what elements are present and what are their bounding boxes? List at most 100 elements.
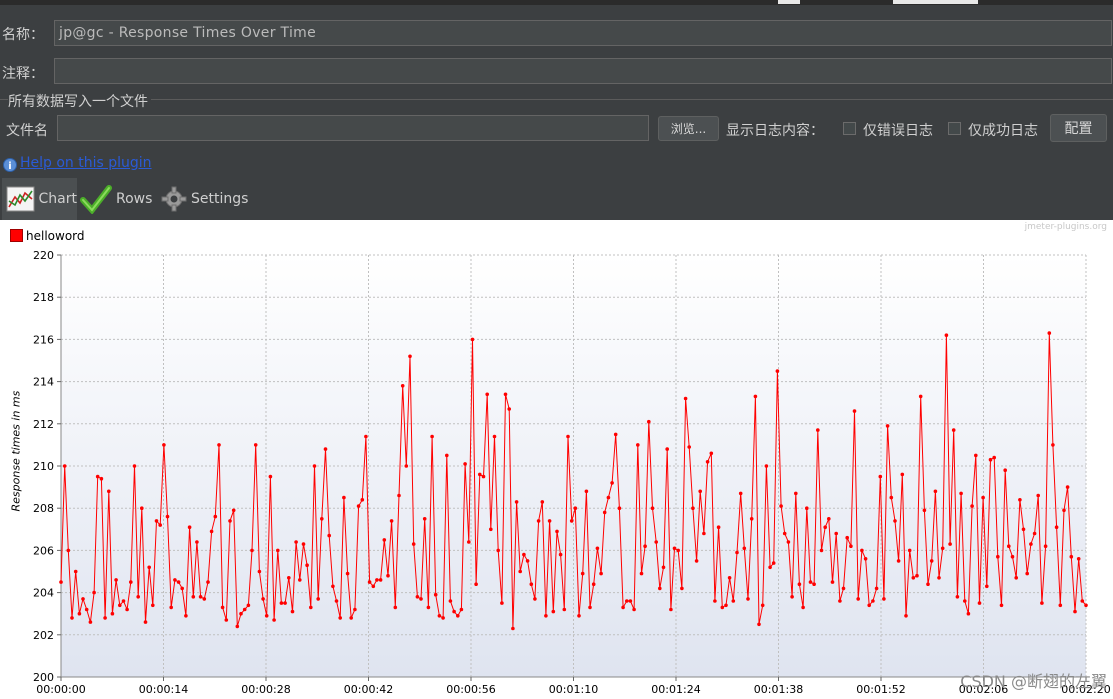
data-point bbox=[863, 557, 868, 561]
data-point bbox=[382, 538, 387, 542]
data-point bbox=[529, 582, 534, 586]
data-point bbox=[1003, 468, 1007, 472]
section-divider bbox=[0, 99, 1113, 100]
data-point bbox=[242, 607, 247, 612]
data-point bbox=[782, 531, 787, 536]
tab-settings[interactable]: Settings bbox=[161, 178, 251, 220]
filename-input[interactable] bbox=[57, 115, 649, 141]
x-tick-label: 00:01:24 bbox=[651, 683, 700, 696]
data-point bbox=[885, 424, 890, 428]
data-point bbox=[140, 506, 144, 511]
y-tick-label: 220 bbox=[33, 249, 54, 262]
data-point bbox=[896, 559, 901, 563]
data-point bbox=[801, 605, 805, 610]
gear-icon bbox=[161, 186, 187, 212]
data-point bbox=[812, 582, 816, 586]
data-point bbox=[735, 550, 739, 555]
data-point bbox=[808, 580, 813, 584]
data-point bbox=[522, 552, 526, 557]
y-tick-label: 214 bbox=[33, 376, 54, 389]
tab-bar: Chart Rows Settings bbox=[0, 178, 1113, 220]
data-point bbox=[628, 599, 633, 603]
x-tick-label: 00:01:10 bbox=[549, 683, 598, 696]
y-tick-label: 218 bbox=[33, 291, 54, 304]
data-point bbox=[797, 582, 802, 586]
y-tick-label: 204 bbox=[33, 587, 54, 600]
configure-button[interactable]: 配置 bbox=[1050, 114, 1107, 142]
data-point bbox=[353, 607, 357, 612]
data-point bbox=[591, 582, 596, 586]
errors-only-checkbox[interactable] bbox=[843, 122, 856, 135]
data-point bbox=[389, 519, 394, 523]
data-point bbox=[525, 559, 530, 563]
tab-chart[interactable]: Chart bbox=[2, 178, 77, 220]
data-point bbox=[599, 571, 603, 576]
data-point bbox=[81, 597, 85, 601]
data-point bbox=[805, 506, 809, 511]
data-point bbox=[88, 620, 93, 624]
data-point bbox=[206, 580, 210, 584]
data-point bbox=[547, 519, 552, 523]
name-input[interactable]: jp@gc - Response Times Over Time bbox=[54, 20, 1112, 46]
data-point bbox=[533, 597, 537, 601]
browse-button[interactable]: 浏览... bbox=[658, 116, 719, 141]
data-point bbox=[827, 517, 831, 521]
y-tick-label: 208 bbox=[33, 502, 54, 515]
x-tick-label: 00:00:56 bbox=[446, 683, 495, 696]
data-point bbox=[724, 603, 728, 608]
data-point bbox=[610, 481, 614, 485]
data-point bbox=[1043, 544, 1048, 548]
data-point bbox=[132, 464, 137, 468]
data-point bbox=[760, 603, 765, 608]
data-point bbox=[705, 460, 710, 464]
data-point bbox=[386, 573, 390, 578]
data-point bbox=[393, 605, 398, 610]
section-title: 所有数据写入一个文件 bbox=[8, 91, 151, 111]
data-point bbox=[698, 489, 702, 494]
data-point bbox=[716, 525, 721, 529]
data-point bbox=[1065, 485, 1070, 489]
tab-rows-label: Rows bbox=[116, 191, 153, 207]
data-point bbox=[342, 495, 346, 500]
data-point bbox=[1069, 554, 1074, 559]
data-point bbox=[639, 571, 644, 576]
data-point bbox=[77, 611, 82, 616]
data-point bbox=[915, 573, 919, 578]
data-point bbox=[70, 616, 74, 620]
data-point bbox=[1047, 331, 1052, 335]
errors-only-label: 仅错误日志 bbox=[863, 123, 933, 139]
data-point bbox=[882, 597, 886, 601]
data-point bbox=[496, 548, 501, 553]
success-only-checkbox[interactable] bbox=[948, 122, 961, 135]
data-point bbox=[220, 605, 225, 610]
data-point bbox=[114, 578, 118, 582]
data-point bbox=[940, 546, 945, 551]
data-point bbox=[768, 565, 772, 570]
data-point bbox=[632, 607, 636, 612]
data-point bbox=[62, 464, 67, 468]
data-point bbox=[749, 517, 754, 521]
help-link[interactable]: Help on this plugin bbox=[20, 155, 152, 171]
data-point bbox=[213, 514, 218, 519]
tab-rows[interactable]: Rows bbox=[80, 178, 160, 220]
data-point bbox=[900, 472, 905, 477]
x-tick-label: 00:01:52 bbox=[856, 683, 905, 696]
data-point bbox=[162, 443, 166, 447]
data-point bbox=[287, 576, 291, 580]
comment-input[interactable] bbox=[54, 58, 1112, 84]
data-point bbox=[107, 489, 111, 494]
data-point bbox=[617, 506, 622, 511]
data-point bbox=[92, 590, 96, 595]
x-tick-label: 00:00:14 bbox=[139, 683, 188, 696]
data-point bbox=[683, 396, 688, 401]
data-point bbox=[445, 453, 449, 458]
data-point bbox=[893, 519, 897, 523]
x-tick-label: 00:00:00 bbox=[36, 683, 85, 696]
data-point bbox=[860, 548, 864, 553]
data-point bbox=[871, 599, 875, 603]
data-point bbox=[125, 607, 129, 612]
data-point bbox=[845, 535, 849, 540]
data-point bbox=[867, 603, 871, 608]
data-point bbox=[558, 552, 563, 557]
y-tick-label: 216 bbox=[33, 333, 54, 346]
